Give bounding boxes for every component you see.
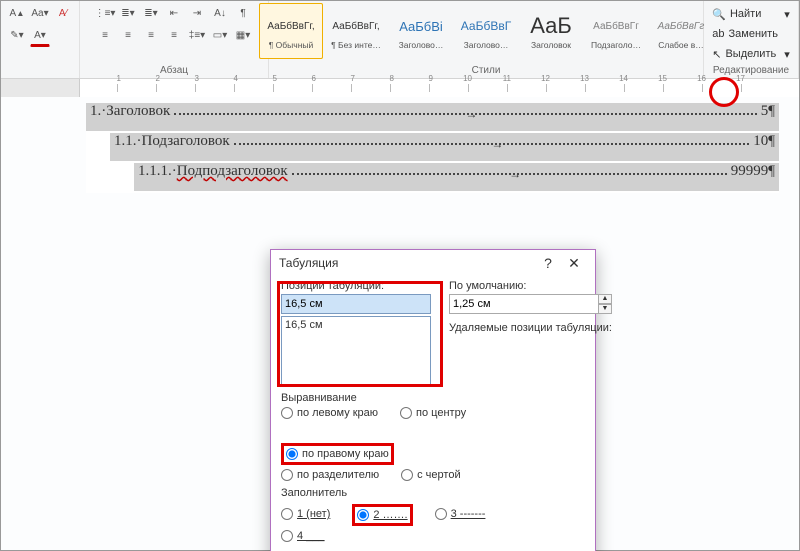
heading-line-1[interactable]: 1.·Заголовок 5¶ — [86, 103, 779, 131]
paragraph-group-label: Абзац — [160, 63, 188, 78]
leader-2-radio[interactable]: 2 ……. — [357, 509, 407, 521]
borders-button[interactable]: ▦▾ — [233, 25, 253, 45]
find-icon: 🔍 — [712, 8, 726, 21]
heading-line-3[interactable]: 1.1.1.·Подподзаголовок 99999¶ — [134, 163, 779, 191]
default-tab-input[interactable] — [449, 294, 598, 314]
numbering-button[interactable]: ≣▾ — [118, 3, 138, 23]
change-case-button[interactable]: Aa▾ — [30, 3, 50, 23]
dialog-title: Табуляция — [279, 256, 338, 270]
tab-positions-list[interactable]: 16,5 см — [281, 316, 431, 386]
style-item[interactable]: АаБЗаголовок — [519, 3, 583, 59]
leader-4-radio[interactable]: 4 ___ — [281, 530, 325, 542]
style-item[interactable]: АаБбВвГг,¶ Обычный — [259, 3, 323, 59]
align-left-radio[interactable]: по левому краю — [281, 407, 378, 419]
alignment-label: Выравнивание — [281, 392, 585, 404]
align-decimal-radio[interactable]: по разделителю — [281, 469, 379, 481]
ruler[interactable]: 1234567891011121314151617 — [1, 79, 799, 97]
align-center-button[interactable]: ≡ — [118, 25, 138, 45]
font-color-button[interactable]: A▾ — [30, 25, 50, 47]
leader-3-radio[interactable]: 3 ------- — [435, 502, 486, 526]
editing-group: 🔍Найти▾ abЗаменить ↖Выделить▾ Редактиров… — [704, 1, 799, 78]
styles-group-label: Стили — [472, 63, 501, 78]
heading-line-2[interactable]: 1.1.·Подзаголовок 10¶ — [110, 133, 779, 161]
replace-button[interactable]: abЗаменить — [710, 25, 792, 43]
style-item[interactable]: АаБбВвГг,¶ Без инте… — [324, 3, 388, 59]
select-icon: ↖ — [712, 48, 721, 61]
grow-font-button[interactable]: A▲ — [7, 3, 27, 23]
show-marks-button[interactable]: ¶ — [233, 3, 253, 23]
styles-gallery[interactable]: АаБбВвГг,¶ ОбычныйАаБбВвГг,¶ Без инте…Аа… — [259, 3, 713, 59]
style-item[interactable]: АаБбВіЗаголово… — [389, 3, 453, 59]
align-right-radio[interactable]: по правому краю — [286, 448, 389, 460]
style-item[interactable]: АаБбВвГЗаголово… — [454, 3, 518, 59]
replace-icon: ab — [712, 28, 724, 40]
clear-format-button[interactable]: A⁄ — [53, 3, 73, 23]
clear-tabs-label: Удаляемые позиции табуляции: — [449, 322, 612, 334]
default-tab-label: По умолчанию: — [449, 280, 612, 292]
align-bar-radio[interactable]: с чертой — [401, 469, 460, 481]
right-tab-marker-highlight — [709, 77, 739, 107]
styles-group: АаБбВвГг,¶ ОбычныйАаБбВвГг,¶ Без инте…Аа… — [269, 1, 704, 78]
font-group: A▲ Aa▾ A⁄ ✎▾ A▾ — [1, 1, 80, 78]
align-left-button[interactable]: ≡ — [95, 25, 115, 45]
spin-down-icon[interactable]: ▼ — [598, 304, 612, 314]
justify-button[interactable]: ≡ — [164, 25, 184, 45]
paragraph-group: ⋮≡▾ ≣▾ ≣▾ ⇤ ⇥ A↓ ¶ ≡ ≡ ≡ ≡ ‡≡▾ ▭▾ ▦▾ Абз… — [80, 1, 269, 78]
tab-position-input[interactable] — [281, 294, 431, 314]
style-item[interactable]: АаБбВвГгПодзаголо… — [584, 3, 648, 59]
find-button[interactable]: 🔍Найти▾ — [710, 5, 792, 23]
leader-label: Заполнитель — [281, 487, 585, 499]
dialog-titlebar[interactable]: Табуляция ? ✕ — [271, 250, 595, 276]
tabs-dialog: Табуляция ? ✕ Позиции табуляции: 16,5 см… — [270, 249, 596, 551]
default-tab-spinner[interactable]: ▲▼ — [449, 294, 612, 314]
leader-1-radio[interactable]: 1 (нет) — [281, 502, 330, 526]
align-right-button[interactable]: ≡ — [141, 25, 161, 45]
highlight-button[interactable]: ✎▾ — [7, 25, 27, 45]
editing-group-label: Редактирование — [713, 63, 789, 78]
select-button[interactable]: ↖Выделить▾ — [710, 45, 792, 63]
dialog-close-button[interactable]: ✕ — [561, 255, 587, 272]
multilevel-button[interactable]: ≣▾ — [141, 3, 161, 23]
decrease-indent-button[interactable]: ⇤ — [164, 3, 184, 23]
line-spacing-button[interactable]: ‡≡▾ — [187, 25, 207, 45]
tab-positions-label: Позиции табуляции: — [281, 280, 431, 292]
sort-button[interactable]: A↓ — [210, 3, 230, 23]
spin-up-icon[interactable]: ▲ — [598, 294, 612, 304]
increase-indent-button[interactable]: ⇥ — [187, 3, 207, 23]
bullets-button[interactable]: ⋮≡▾ — [95, 3, 115, 23]
shading-button[interactable]: ▭▾ — [210, 25, 230, 45]
document-page: 1.·Заголовок 5¶ 1.1.·Подзаголовок 10¶ 1.… — [86, 103, 779, 193]
dialog-help-button[interactable]: ? — [535, 255, 561, 271]
align-center-radio[interactable]: по центру — [400, 407, 466, 419]
ribbon: A▲ Aa▾ A⁄ ✎▾ A▾ ⋮≡▾ ≣▾ ≣▾ ⇤ ⇥ A↓ ¶ ≡ — [1, 1, 799, 79]
